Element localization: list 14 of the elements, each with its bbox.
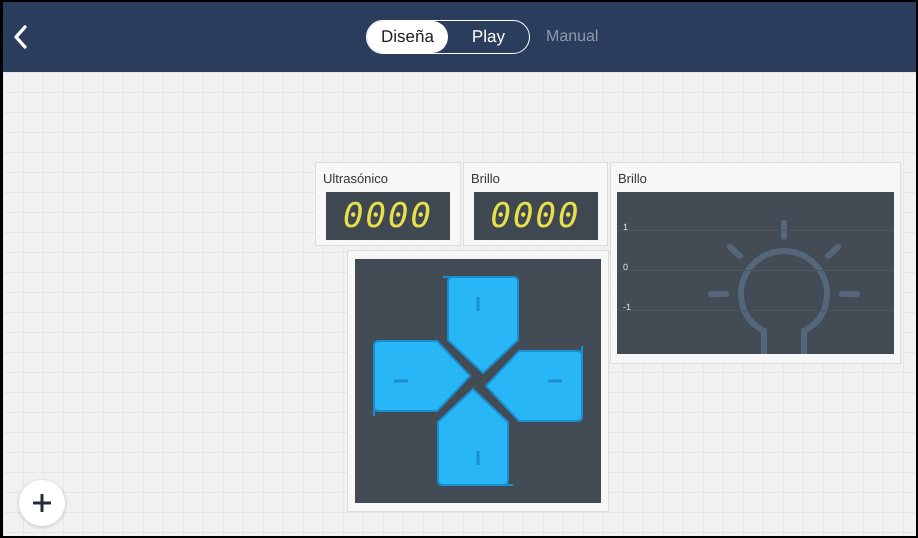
display-widget[interactable]: Brillo 0000 [463, 162, 608, 246]
display-widget[interactable]: Ultrasónico 0000 [315, 162, 461, 246]
axis-label: 0 [623, 262, 628, 272]
digit-display: 0000 [474, 192, 598, 240]
mode-tab[interactable]: Diseña [367, 21, 448, 53]
axis-label: 1 [623, 222, 628, 232]
widget-title: Ultrasónico [323, 171, 388, 186]
chart-widget[interactable]: Brillo 1 0 -1 [610, 162, 901, 364]
axis-label: -1 [623, 302, 632, 312]
widget-title: Brillo [618, 171, 647, 186]
manual-link[interactable]: Manual [546, 28, 598, 46]
digit-display: 0000 [326, 192, 450, 240]
mode-tab[interactable]: Play [448, 21, 529, 53]
widget-title: Brillo [471, 171, 500, 186]
